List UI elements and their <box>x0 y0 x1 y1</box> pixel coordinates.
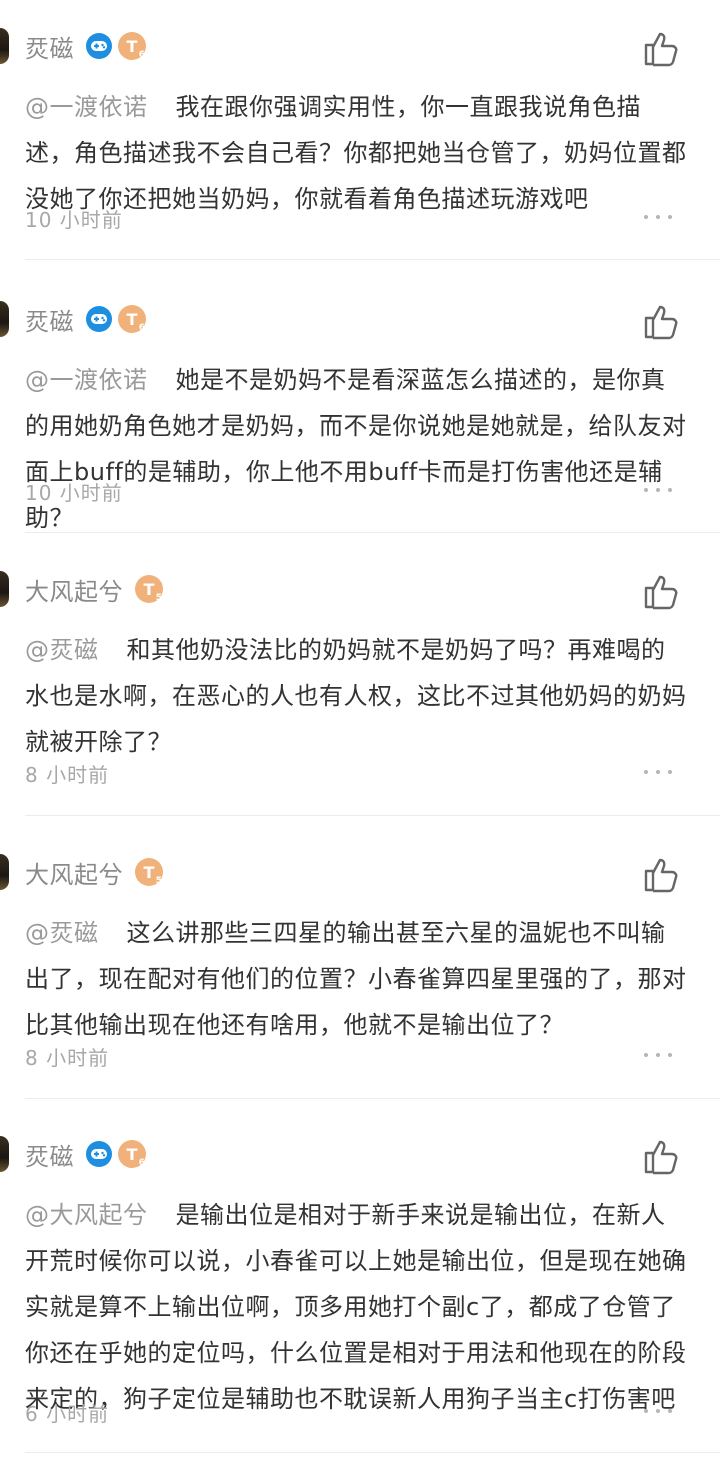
comment-body: @烎磁 和其他奶没法比的奶妈就不是奶妈了吗？再难喝的水也是水啊，在恶心的人也有人权… <box>25 627 687 765</box>
avatar[interactable] <box>0 1136 9 1172</box>
mention-link[interactable]: @大风起兮 <box>25 1201 148 1229</box>
divider <box>25 259 720 260</box>
level-badge: T6 <box>118 1140 146 1168</box>
comment-body: @大风起兮 是输出位是相对于新手来说是输出位，在新人开荒时候你可以说，小春雀可以上… <box>25 1192 687 1422</box>
level-badge: T6 <box>118 32 146 60</box>
thumbs-up-icon[interactable] <box>640 301 680 341</box>
divider <box>25 1452 720 1453</box>
more-dots-icon[interactable] <box>644 1406 672 1416</box>
comment-text: 这么讲那些三四星的输出甚至六星的温妮也不叫输出了，现在配对有他们的位置？小春雀算… <box>25 919 687 1039</box>
divider <box>25 532 720 533</box>
comment-text: 是输出位是相对于新手来说是输出位，在新人开荒时候你可以说，小春雀可以上她是输出位… <box>25 1201 687 1413</box>
username[interactable]: 大风起兮 <box>25 572 123 607</box>
comment-header: 大风起兮 T5 <box>25 852 163 892</box>
mention-link[interactable]: @一渡依诺 <box>25 93 148 121</box>
username[interactable]: 大风起兮 <box>25 855 123 890</box>
more-dots-icon[interactable] <box>644 767 672 777</box>
mention-link[interactable]: @烎磁 <box>25 636 99 664</box>
comment-body: @一渡依诺 我在跟你强调实用性，你一直跟我说角色描述，角色描述我不会自己看？你都把… <box>25 84 687 222</box>
comment-text: 和其他奶没法比的奶妈就不是奶妈了吗？再难喝的水也是水啊，在恶心的人也有人权，这比… <box>25 636 687 756</box>
thumbs-up-icon[interactable] <box>640 571 680 611</box>
level-badge: T6 <box>118 305 146 333</box>
divider <box>25 815 720 816</box>
more-dots-icon[interactable] <box>644 485 672 495</box>
level-badge: T5 <box>135 858 163 886</box>
level-badge: T5 <box>135 575 163 603</box>
gamepad-icon <box>86 33 112 59</box>
avatar[interactable] <box>0 571 9 607</box>
avatar[interactable] <box>0 301 9 337</box>
mention-link[interactable]: @烎磁 <box>25 919 99 947</box>
thumbs-up-icon[interactable] <box>640 1136 680 1176</box>
thumbs-up-icon[interactable] <box>640 28 680 68</box>
comment-time: 8 小时前 <box>25 763 110 787</box>
gamepad-icon <box>86 306 112 332</box>
mention-link[interactable]: @一渡依诺 <box>25 366 148 394</box>
comment-body: @一渡依诺 她是不是奶妈不是看深蓝怎么描述的，是你真的用她奶角色她才是奶妈，而不是… <box>25 357 687 541</box>
comment-body: @烎磁 这么讲那些三四星的输出甚至六星的温妮也不叫输出了，现在配对有他们的位置？小… <box>25 910 687 1048</box>
thumbs-up-icon[interactable] <box>640 854 680 894</box>
username[interactable]: 烎磁 <box>25 1137 74 1172</box>
comment-time: 10 小时前 <box>25 208 123 232</box>
avatar[interactable] <box>0 28 9 64</box>
comment-time: 6 小时前 <box>25 1402 110 1426</box>
gamepad-icon <box>86 1141 112 1167</box>
more-dots-icon[interactable] <box>644 212 672 222</box>
comment-time: 10 小时前 <box>25 481 123 505</box>
more-dots-icon[interactable] <box>644 1050 672 1060</box>
comment-header: 大风起兮 T5 <box>25 569 163 609</box>
divider <box>25 1098 720 1099</box>
comment-time: 8 小时前 <box>25 1046 110 1070</box>
comment-header: 烎磁 T6 <box>25 1134 146 1174</box>
username[interactable]: 烎磁 <box>25 302 74 337</box>
avatar[interactable] <box>0 854 9 890</box>
comment-header: 烎磁 T6 <box>25 26 146 66</box>
comment-header: 烎磁 T6 <box>25 299 146 339</box>
username[interactable]: 烎磁 <box>25 29 74 64</box>
